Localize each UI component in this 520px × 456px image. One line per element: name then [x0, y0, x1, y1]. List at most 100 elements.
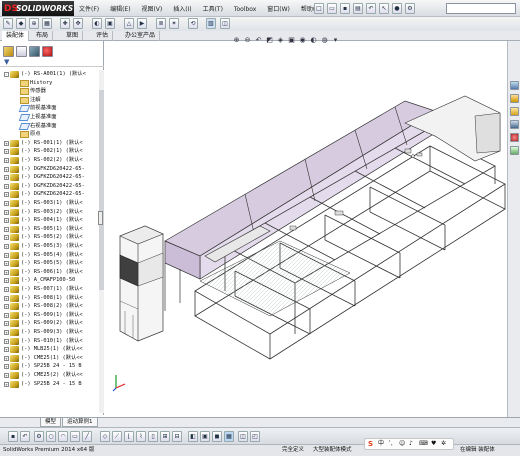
design-library-icon[interactable] — [510, 94, 519, 103]
tab-model[interactable]: 模型 — [40, 418, 62, 427]
expand-icon[interactable]: + — [4, 226, 9, 232]
tree-item[interactable]: + (-) RS-009(1) (默认< — [0, 311, 98, 319]
construction-icon[interactable]: ⊟ — [172, 431, 182, 442]
expand-icon[interactable]: + — [4, 140, 9, 146]
bill-of-materials-icon[interactable]: ≣ — [156, 18, 166, 29]
display-style-icon[interactable]: ▣ — [287, 36, 296, 45]
rectangle-tool-icon[interactable]: ▭ — [70, 431, 80, 442]
circle-tool-icon[interactable]: ○ — [46, 431, 56, 442]
mirror-icon[interactable]: ⌇ — [136, 431, 146, 442]
panel-collapse-handle[interactable] — [98, 211, 103, 225]
tree-item[interactable]: + (-) RS-008(1) (默认< — [0, 294, 98, 302]
insert-component-icon[interactable]: ◆ — [16, 18, 26, 29]
solidworks-resources-icon[interactable] — [510, 81, 519, 90]
custom-properties-icon[interactable] — [510, 146, 519, 155]
menu-window[interactable]: 窗口(W) — [267, 4, 290, 13]
display-manager-tab-icon[interactable] — [42, 46, 53, 57]
configuration-manager-tab-icon[interactable] — [29, 46, 40, 57]
shaded-icon[interactable]: ◼ — [212, 431, 222, 442]
tree-item[interactable]: + (-) SP25B 24 - 15 B — [0, 362, 98, 371]
ime-tools-icon[interactable]: ✲ — [441, 439, 446, 449]
new-file-icon[interactable]: □ — [314, 3, 324, 14]
tree-item[interactable]: + (-) RS-002(2) (默认< — [0, 156, 98, 164]
search-input[interactable] — [446, 3, 516, 14]
expand-icon[interactable]: + — [4, 218, 9, 224]
undo-icon[interactable]: ↶ — [366, 3, 376, 14]
new-motion-study-icon[interactable]: ▶ — [137, 18, 147, 29]
tree-item[interactable]: - (-) RS-A001(1) (默认< — [0, 70, 98, 78]
shaded-edges-icon[interactable]: ▣ — [200, 431, 210, 442]
hide-show-items-icon[interactable]: ◉ — [298, 36, 307, 45]
menu-file[interactable]: 文件(F) — [79, 4, 99, 13]
expand-icon[interactable]: + — [4, 304, 9, 310]
options-icon[interactable]: ⚙ — [405, 3, 415, 14]
tree-item[interactable]: + (-) CME25(2) (默认<< — [0, 371, 98, 379]
expand-icon[interactable]: + — [4, 269, 9, 275]
tab-evaluate[interactable]: 评估 — [92, 31, 114, 41]
tree-item[interactable]: + (-) RS-006(1) (默认< — [0, 268, 98, 276]
tab-office-products[interactable]: 办公室产品 — [121, 31, 161, 41]
edit-component-icon[interactable]: ✎ — [3, 18, 13, 29]
tab-motion-study-1[interactable]: 运动算例1 — [62, 418, 98, 427]
save-icon[interactable]: ▪ — [8, 431, 18, 442]
tree-item[interactable]: 右视基准面 — [0, 122, 98, 130]
tree-item[interactable]: + (-) DGFKZD620422-65- — [0, 182, 98, 190]
assembly-features-icon[interactable]: ▣ — [105, 18, 115, 29]
expand-icon[interactable]: + — [4, 261, 9, 267]
tree-item[interactable]: + (-) RS-002(1) (默认< — [0, 147, 98, 156]
tree-item[interactable]: + (-) MLB25(1) (默认<< — [0, 345, 98, 354]
speedpak-icon[interactable]: ◫ — [220, 18, 230, 29]
expand-icon[interactable]: + — [4, 278, 9, 284]
solidworks-logo[interactable]: DS SOLIDWORKS — [2, 1, 74, 16]
expand-icon[interactable]: + — [4, 166, 9, 172]
tree-item[interactable]: + (-) RS-005(3) (默认< — [0, 242, 98, 250]
ime-language-label[interactable]: 中 — [378, 439, 384, 449]
ime-punctuation-icon[interactable]: ʾ, — [389, 439, 393, 449]
feature-tree-tab-icon[interactable] — [3, 46, 14, 57]
expand-icon[interactable]: + — [4, 381, 9, 387]
expand-icon[interactable]: + — [4, 364, 9, 370]
tree-item[interactable]: 传感器 — [0, 87, 98, 96]
tree-item[interactable]: + (-) RS-009(3) (默认< — [0, 328, 98, 336]
tree-item[interactable]: + (-) RS-003(2) (默认< — [0, 208, 98, 216]
section-view-icon[interactable]: ◩ — [265, 36, 274, 45]
expand-icon[interactable]: + — [4, 295, 9, 301]
property-manager-tab-icon[interactable] — [16, 46, 27, 57]
line-tool-icon[interactable]: ╱ — [82, 431, 92, 442]
options-icon[interactable]: ⚙ — [34, 431, 44, 442]
tree-item[interactable]: + (-) DGFKZD620422-65- — [0, 190, 98, 199]
expand-icon[interactable]: + — [4, 183, 9, 189]
exploded-view-icon[interactable]: ✶ — [169, 18, 179, 29]
linear-pattern-icon[interactable]: ▦ — [42, 18, 52, 29]
filter-icon[interactable]: ▼ — [4, 58, 9, 66]
open-file-icon[interactable]: ▭ — [327, 3, 337, 14]
view-settings-icon[interactable]: ▾ — [331, 36, 340, 45]
ime-emoji-icon[interactable]: ☺ — [399, 439, 405, 449]
smart-dimension-icon[interactable]: ◇ — [100, 431, 110, 442]
tree-item[interactable]: + (-) RS-005(5) (默认< — [0, 259, 98, 268]
tab-layout[interactable]: 布局 — [32, 31, 54, 41]
wireframe-icon[interactable]: ▦ — [224, 431, 234, 442]
tree-item[interactable]: + (-) DGFKZD620422-65- — [0, 173, 98, 182]
show-hidden-icon[interactable]: ◐ — [92, 18, 102, 29]
tree-item[interactable]: History — [0, 79, 98, 87]
tree-item[interactable]: + (-) RS-007(1) (默认< — [0, 285, 98, 293]
file-explorer-icon[interactable] — [510, 107, 519, 116]
undo-icon[interactable]: ↶ — [20, 431, 30, 442]
zoom-to-fit-icon[interactable]: ⊕ — [232, 36, 241, 45]
graphics-area[interactable] — [105, 41, 507, 417]
menu-tools[interactable]: 工具(T) — [203, 4, 223, 13]
tree-item[interactable]: + (-) RS-005(4) (默认< — [0, 251, 98, 259]
relations-icon[interactable]: ⊞ — [160, 431, 170, 442]
zoom-to-area-icon[interactable]: ⊖ — [243, 36, 252, 45]
tree-item[interactable]: + (-) RS-009(2) (默认< — [0, 319, 98, 328]
perspective-icon[interactable]: ◰ — [250, 431, 260, 442]
expand-icon[interactable]: + — [4, 355, 9, 361]
tree-item[interactable]: + (-) RS-004(1) (默认< — [0, 216, 98, 225]
tree-item[interactable]: + (-) A_CMAFP100-50 — [0, 276, 98, 285]
apply-scene-icon[interactable]: ◍ — [320, 36, 329, 45]
expand-icon[interactable]: + — [4, 235, 9, 241]
tree-item[interactable]: + (-) SP25B 24 - 15 B — [0, 380, 98, 388]
large-assembly-mode-icon[interactable]: ▧ — [206, 18, 216, 29]
tab-sketch[interactable]: 草图 — [62, 31, 84, 41]
